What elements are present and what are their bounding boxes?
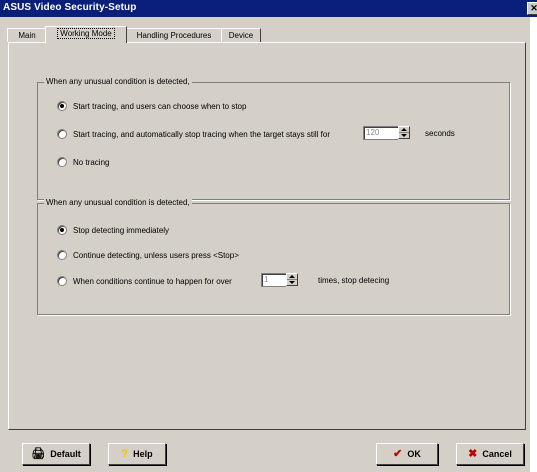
option-continue-detecting[interactable]: Continue detecting, unless users press <…	[57, 249, 239, 261]
radio-stop-after-times[interactable]	[57, 276, 67, 286]
option-stop-after-times[interactable]: When conditions continue to happen for o…	[57, 275, 232, 287]
detecting-group: When any unusual condition is detected, …	[37, 198, 510, 315]
tracing-group-legend: When any unusual condition is detected,	[44, 77, 192, 86]
tab-handling-procedures[interactable]: Handling Procedures	[125, 28, 223, 42]
times-suffix-label: times, stop detecing	[318, 276, 390, 285]
radio-start-tracing-manual[interactable]	[57, 101, 67, 111]
detecting-group-legend: When any unusual condition is detected,	[44, 198, 192, 207]
help-button-label: Help	[133, 449, 153, 459]
close-button[interactable]: ✕	[527, 2, 537, 15]
default-icon: 🖨	[31, 447, 46, 460]
help-button[interactable]: ? Help	[108, 443, 166, 465]
cancel-button-label: Cancel	[482, 449, 512, 459]
spin-up-icon	[289, 275, 295, 278]
window-title: ASUS Video Security-Setup	[3, 2, 137, 13]
option-start-tracing-manual-label: Start tracing, and users can choose when…	[73, 101, 247, 111]
checkmark-icon: ✔	[393, 447, 403, 460]
option-continue-detecting-label: Continue detecting, unless users press <…	[73, 250, 239, 260]
tab-working-mode-label: Working Mode	[57, 28, 115, 39]
tab-handling-procedures-label: Handling Procedures	[136, 31, 212, 40]
radio-no-tracing[interactable]	[57, 157, 67, 167]
spin-down-icon	[289, 281, 295, 284]
x-icon: ✖	[468, 447, 478, 460]
tab-working-mode[interactable]: Working Mode	[45, 26, 127, 43]
title-bar: ASUS Video Security-Setup ✕	[0, 0, 537, 17]
option-stop-detecting-label: Stop detecting immediately	[73, 225, 170, 235]
option-stop-detecting[interactable]: Stop detecting immediately	[57, 224, 169, 236]
radio-continue-detecting[interactable]	[57, 250, 67, 260]
help-icon: ?	[121, 447, 129, 460]
times-spin-buttons[interactable]	[286, 273, 298, 286]
times-input[interactable]: 1	[261, 273, 286, 287]
ok-button-label: OK	[407, 449, 421, 459]
default-button[interactable]: 🖨 Default	[22, 443, 90, 465]
option-start-tracing-auto-stop-label: Start tracing, and automatically stop tr…	[73, 129, 331, 139]
times-spinner[interactable]: 1	[261, 273, 298, 287]
option-start-tracing-auto-stop[interactable]: Start tracing, and automatically stop tr…	[57, 128, 330, 140]
still-seconds-input[interactable]: 120	[363, 126, 398, 140]
spin-up-icon	[401, 128, 407, 131]
radio-start-tracing-auto-stop[interactable]	[57, 129, 67, 139]
tab-main[interactable]: Main	[7, 28, 47, 42]
seconds-label: seconds	[425, 129, 455, 138]
ok-button[interactable]: ✔ OK	[376, 443, 438, 465]
dialog-window: Main Working Mode Handling Procedures De…	[0, 17, 530, 472]
option-no-tracing[interactable]: No tracing	[57, 156, 109, 168]
cancel-button[interactable]: ✖ Cancel	[456, 443, 524, 465]
tab-device-label: Device	[228, 31, 254, 40]
option-start-tracing-manual[interactable]: Start tracing, and users can choose when…	[57, 100, 246, 112]
tab-main-label: Main	[18, 31, 36, 40]
still-seconds-spinner[interactable]: 120	[363, 126, 410, 140]
default-button-label: Default	[50, 449, 81, 459]
tab-device[interactable]: Device	[221, 28, 261, 42]
radio-stop-detecting[interactable]	[57, 225, 67, 235]
tracing-group: When any unusual condition is detected, …	[37, 77, 510, 200]
tab-panel: When any unusual condition is detected, …	[8, 42, 526, 430]
option-stop-after-times-label: When conditions continue to happen for o…	[73, 276, 232, 286]
option-no-tracing-label: No tracing	[73, 157, 110, 167]
still-seconds-spin-buttons[interactable]	[398, 126, 410, 139]
spin-down-icon	[401, 134, 407, 137]
